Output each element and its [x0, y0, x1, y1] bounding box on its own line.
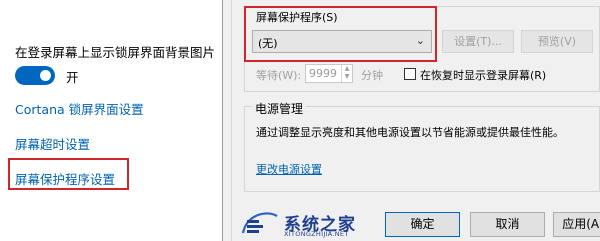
power-description: 通过调整显示亮度和其他电源设置以节省能源或提供最佳性能。: [256, 126, 564, 139]
resume-login-checkbox[interactable]: [404, 68, 416, 80]
highlight-box-screensaver-link: [8, 158, 129, 190]
lockscreen-bg-toggle[interactable]: [15, 66, 55, 85]
toggle-knob: [40, 70, 51, 81]
cancel-button[interactable]: 取消: [470, 212, 545, 237]
change-power-settings-link[interactable]: 更改电源设置: [256, 161, 322, 177]
power-group-title: 电源管理: [252, 100, 307, 117]
watermark: 系统之家 XITONGZHIJIA.NET: [237, 208, 377, 238]
wait-unit-label: 分钟: [361, 69, 383, 82]
cortana-lockscreen-link[interactable]: Cortana 锁屏界面设置: [15, 99, 144, 118]
wait-minutes-value: 9999: [309, 67, 337, 80]
settings-panel: 在登录屏幕上显示锁屏界面背景图片 开 Cortana 锁屏界面设置 屏幕超时设置…: [0, 0, 222, 241]
power-management-group: [244, 106, 600, 192]
watermark-domain: XITONGZHIJIA.NET: [284, 230, 349, 238]
lockscreen-bg-label: 在登录屏幕上显示锁屏界面背景图片: [15, 45, 216, 60]
dialog-inner-edge: [231, 0, 232, 241]
highlight-box-screensaver-select: [244, 6, 437, 62]
wait-label: 等待(W):: [256, 69, 302, 82]
settings-button[interactable]: 设置(T)...: [442, 30, 514, 53]
watermark-logo-icon: [241, 212, 278, 234]
apply-button[interactable]: 应用(A): [553, 212, 600, 237]
stepper-arrows-icon[interactable]: ▲ ▼: [341, 65, 352, 82]
screen-timeout-link[interactable]: 屏幕超时设置: [15, 134, 90, 153]
ok-button[interactable]: 确定: [385, 212, 460, 237]
toggle-state-label: 开: [66, 70, 79, 85]
wait-minutes-stepper[interactable]: 9999 ▲ ▼: [305, 64, 353, 83]
resume-login-label: 在恢复时显示登录屏幕(R): [420, 69, 547, 82]
preview-button[interactable]: 预览(V): [521, 30, 593, 53]
